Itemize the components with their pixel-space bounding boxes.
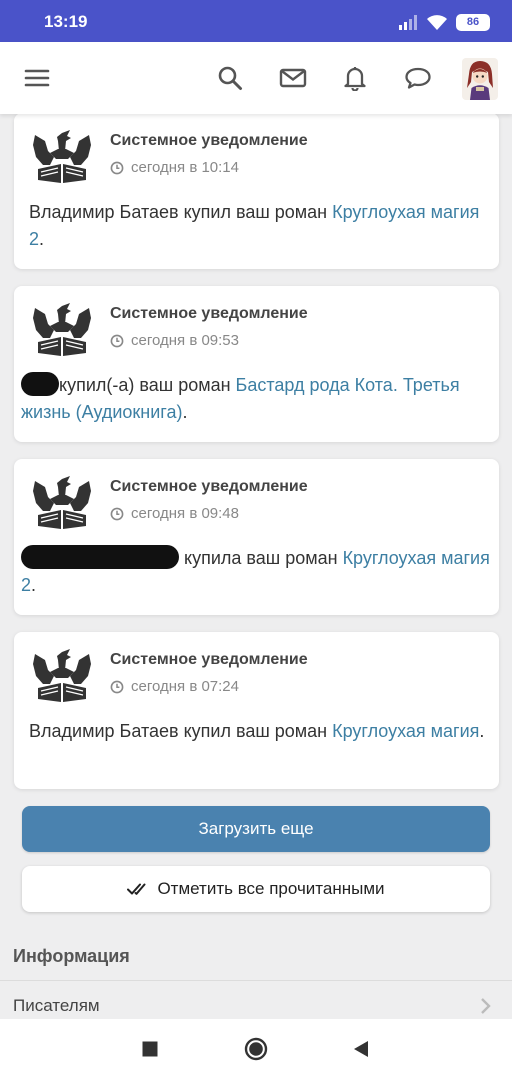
chevron-right-icon xyxy=(481,998,491,1014)
notification-message: Владимир Батаев купил ваш роман xyxy=(29,202,333,222)
mark-all-read-button[interactable]: Отметить все прочитанными xyxy=(22,866,490,912)
square-icon xyxy=(142,1041,158,1057)
notification-time: сегодня в 09:48 xyxy=(110,505,239,522)
notification-card[interactable]: Системное уведомление сегодня в 09:53 ку… xyxy=(14,286,499,442)
wifi-icon xyxy=(427,14,447,30)
notification-message: Владимир Батаев купил ваш роман xyxy=(29,721,333,741)
notification-title: Системное уведомление xyxy=(110,305,308,322)
notification-title: Системное уведомление xyxy=(110,651,308,668)
clock-icon xyxy=(110,680,124,693)
battery-icon: 86 xyxy=(456,13,490,31)
notification-card[interactable]: Системное уведомление сегодня в 10:14 Вл… xyxy=(14,113,499,269)
double-check-icon xyxy=(127,883,146,895)
notification-message: купил(-а) ваш роман xyxy=(59,375,236,395)
notification-suffix: . xyxy=(182,402,188,422)
phoenix-logo-icon xyxy=(33,649,91,702)
info-item-writers[interactable]: Писателям xyxy=(0,981,512,1021)
search-icon[interactable] xyxy=(214,62,246,94)
notification-card[interactable]: Системное уведомление сегодня в 09:48 ку… xyxy=(14,459,499,615)
notification-title: Системное уведомление xyxy=(110,132,308,149)
clock-icon xyxy=(110,507,124,520)
recents-button[interactable] xyxy=(134,1033,166,1065)
redacted-name xyxy=(21,372,59,396)
notification-suffix: . xyxy=(39,229,45,249)
system-nav-bar xyxy=(0,1019,512,1080)
notification-text: Владимир Батаев купил ваш роман Круглоух… xyxy=(29,718,489,745)
info-section-title: Информация xyxy=(13,946,130,966)
phoenix-logo-icon xyxy=(33,130,91,183)
notification-time: сегодня в 09:53 xyxy=(110,332,239,349)
notification-time-text: сегодня в 09:48 xyxy=(131,505,239,522)
notification-text: купил(-а) ваш роман Бастард рода Кота. Т… xyxy=(21,372,491,426)
home-button[interactable] xyxy=(240,1033,272,1065)
info-item-label: Писателям xyxy=(13,996,100,1015)
notification-text: купила ваш роман Круглоухая магия 2. xyxy=(21,545,491,599)
status-time: 13:19 xyxy=(44,12,88,31)
menu-icon[interactable] xyxy=(21,62,53,94)
novel-link[interactable]: Круглоухая магия xyxy=(332,721,479,741)
notification-time: сегодня в 10:14 xyxy=(110,159,239,176)
signal-icon xyxy=(399,15,417,30)
clock-icon xyxy=(110,161,124,174)
chat-icon[interactable] xyxy=(402,62,434,94)
notification-message: купила ваш роман xyxy=(179,548,343,568)
triangle-back-icon xyxy=(354,1041,368,1057)
avatar[interactable] xyxy=(462,58,498,100)
back-button[interactable] xyxy=(345,1033,377,1065)
notification-time-text: сегодня в 09:53 xyxy=(131,332,239,349)
load-more-label: Загрузить еще xyxy=(198,819,314,838)
app-header xyxy=(0,42,512,114)
battery-level: 86 xyxy=(466,16,480,28)
status-bar: 13:19 86 xyxy=(0,0,512,42)
notification-card[interactable]: Системное уведомление сегодня в 07:24 Вл… xyxy=(14,632,499,789)
circle-icon xyxy=(244,1037,268,1061)
notification-title: Системное уведомление xyxy=(110,478,308,495)
bell-icon[interactable] xyxy=(339,62,371,94)
status-icons: 86 xyxy=(398,12,490,32)
notification-time: сегодня в 07:24 xyxy=(110,678,239,695)
notification-suffix: . xyxy=(479,721,485,741)
load-more-button[interactable]: Загрузить еще xyxy=(22,806,490,852)
redacted-name xyxy=(21,545,179,569)
clock-icon xyxy=(110,334,124,347)
mark-all-read-label: Отметить все прочитанными xyxy=(157,879,385,898)
notification-time-text: сегодня в 10:14 xyxy=(131,159,239,176)
notification-time-text: сегодня в 07:24 xyxy=(131,678,239,695)
notification-suffix: . xyxy=(31,575,37,595)
phoenix-logo-icon xyxy=(33,303,91,356)
notification-text: Владимир Батаев купил ваш роман Круглоух… xyxy=(29,199,489,253)
phoenix-logo-icon xyxy=(33,476,91,529)
mail-icon[interactable] xyxy=(277,62,309,94)
